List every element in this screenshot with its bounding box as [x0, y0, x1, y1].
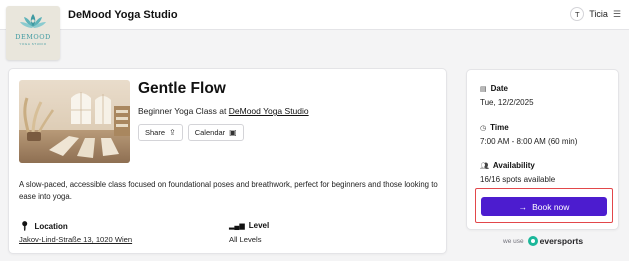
class-actions: Share ⇪ Calendar ▣ [138, 124, 244, 141]
studio-link[interactable]: DeMood Yoga Studio [229, 106, 309, 116]
level-heading: ▂▄▆ Level [229, 221, 269, 230]
class-subtitle: Beginner Yoga Class at DeMood Yoga Studi… [138, 106, 309, 116]
eversports-brand: eversports [527, 236, 584, 246]
location-heading: 📍︎ Location [19, 221, 68, 232]
availability-heading: 👥︎ Availability [480, 161, 535, 170]
date-value: Tue, 12/2/2025 [480, 98, 534, 107]
class-studio-photo [19, 80, 130, 163]
eversports-logo-icon [527, 236, 538, 246]
calendar-add-icon: ▣ [229, 128, 237, 137]
class-title: Gentle Flow [138, 80, 226, 97]
avatar[interactable]: T [570, 7, 585, 21]
lotus-logo-icon [18, 12, 48, 32]
level-value: All Levels [229, 235, 262, 244]
calendar-icon: ▤ [480, 85, 487, 93]
arrow-right-icon: → [518, 201, 528, 212]
logo-wordmark: DEMOOD [15, 33, 51, 41]
level-label: Level [248, 221, 270, 230]
class-details-card: Gentle Flow Beginner Yoga Class at DeMoo… [8, 68, 447, 254]
location-pin-icon: 📍︎ [19, 221, 31, 231]
studio-logo[interactable]: DEMOOD YOGA STUDIO [6, 6, 60, 60]
date-label: Date [490, 84, 508, 93]
eversports-wordmark: eversports [539, 236, 584, 246]
book-now-label: Book now [532, 201, 570, 212]
availability-label: Availability [492, 161, 535, 170]
calendar-label: Calendar [194, 128, 226, 137]
date-heading: ▤ Date [480, 84, 508, 93]
booking-card: ▤ Date Tue, 12/2/2025 ◷ Time 7:00 AM - 8… [466, 69, 619, 230]
powered-by-eversports[interactable]: we use eversports [503, 236, 583, 246]
time-heading: ◷ Time [480, 123, 509, 132]
hamburger-menu-icon[interactable]: ☰ [613, 9, 621, 19]
top-header: DeMood Yoga Studio T Ticia ☰ [0, 0, 629, 30]
class-type-text: Beginner Yoga Class at [138, 106, 227, 116]
share-button[interactable]: Share ⇪ [138, 124, 183, 141]
availability-value: 16/16 spots available [480, 175, 556, 184]
location-address-link[interactable]: Jakov-Lind-Straße 13, 1020 Wien [19, 235, 132, 244]
people-icon: 👥︎ [480, 162, 489, 170]
clock-icon: ◷ [480, 124, 487, 132]
class-description: A slow-paced, accessible class focused o… [19, 180, 438, 201]
user-menu[interactable]: T Ticia ☰ [570, 7, 621, 21]
location-label: Location [34, 222, 68, 231]
we-use-text: we use [503, 237, 524, 245]
signal-bars-icon: ▂▄▆ [229, 222, 245, 230]
time-label: Time [490, 123, 509, 132]
calendar-button[interactable]: Calendar ▣ [187, 124, 244, 141]
share-label: Share [145, 128, 166, 137]
logo-tagline: YOGA STUDIO [19, 42, 47, 46]
time-value: 7:00 AM - 8:00 AM (60 min) [480, 137, 578, 146]
book-now-button[interactable]: → Book now [481, 197, 607, 216]
studio-title[interactable]: DeMood Yoga Studio [68, 9, 178, 21]
user-name[interactable]: Ticia [589, 9, 608, 19]
share-icon: ⇪ [169, 128, 176, 137]
